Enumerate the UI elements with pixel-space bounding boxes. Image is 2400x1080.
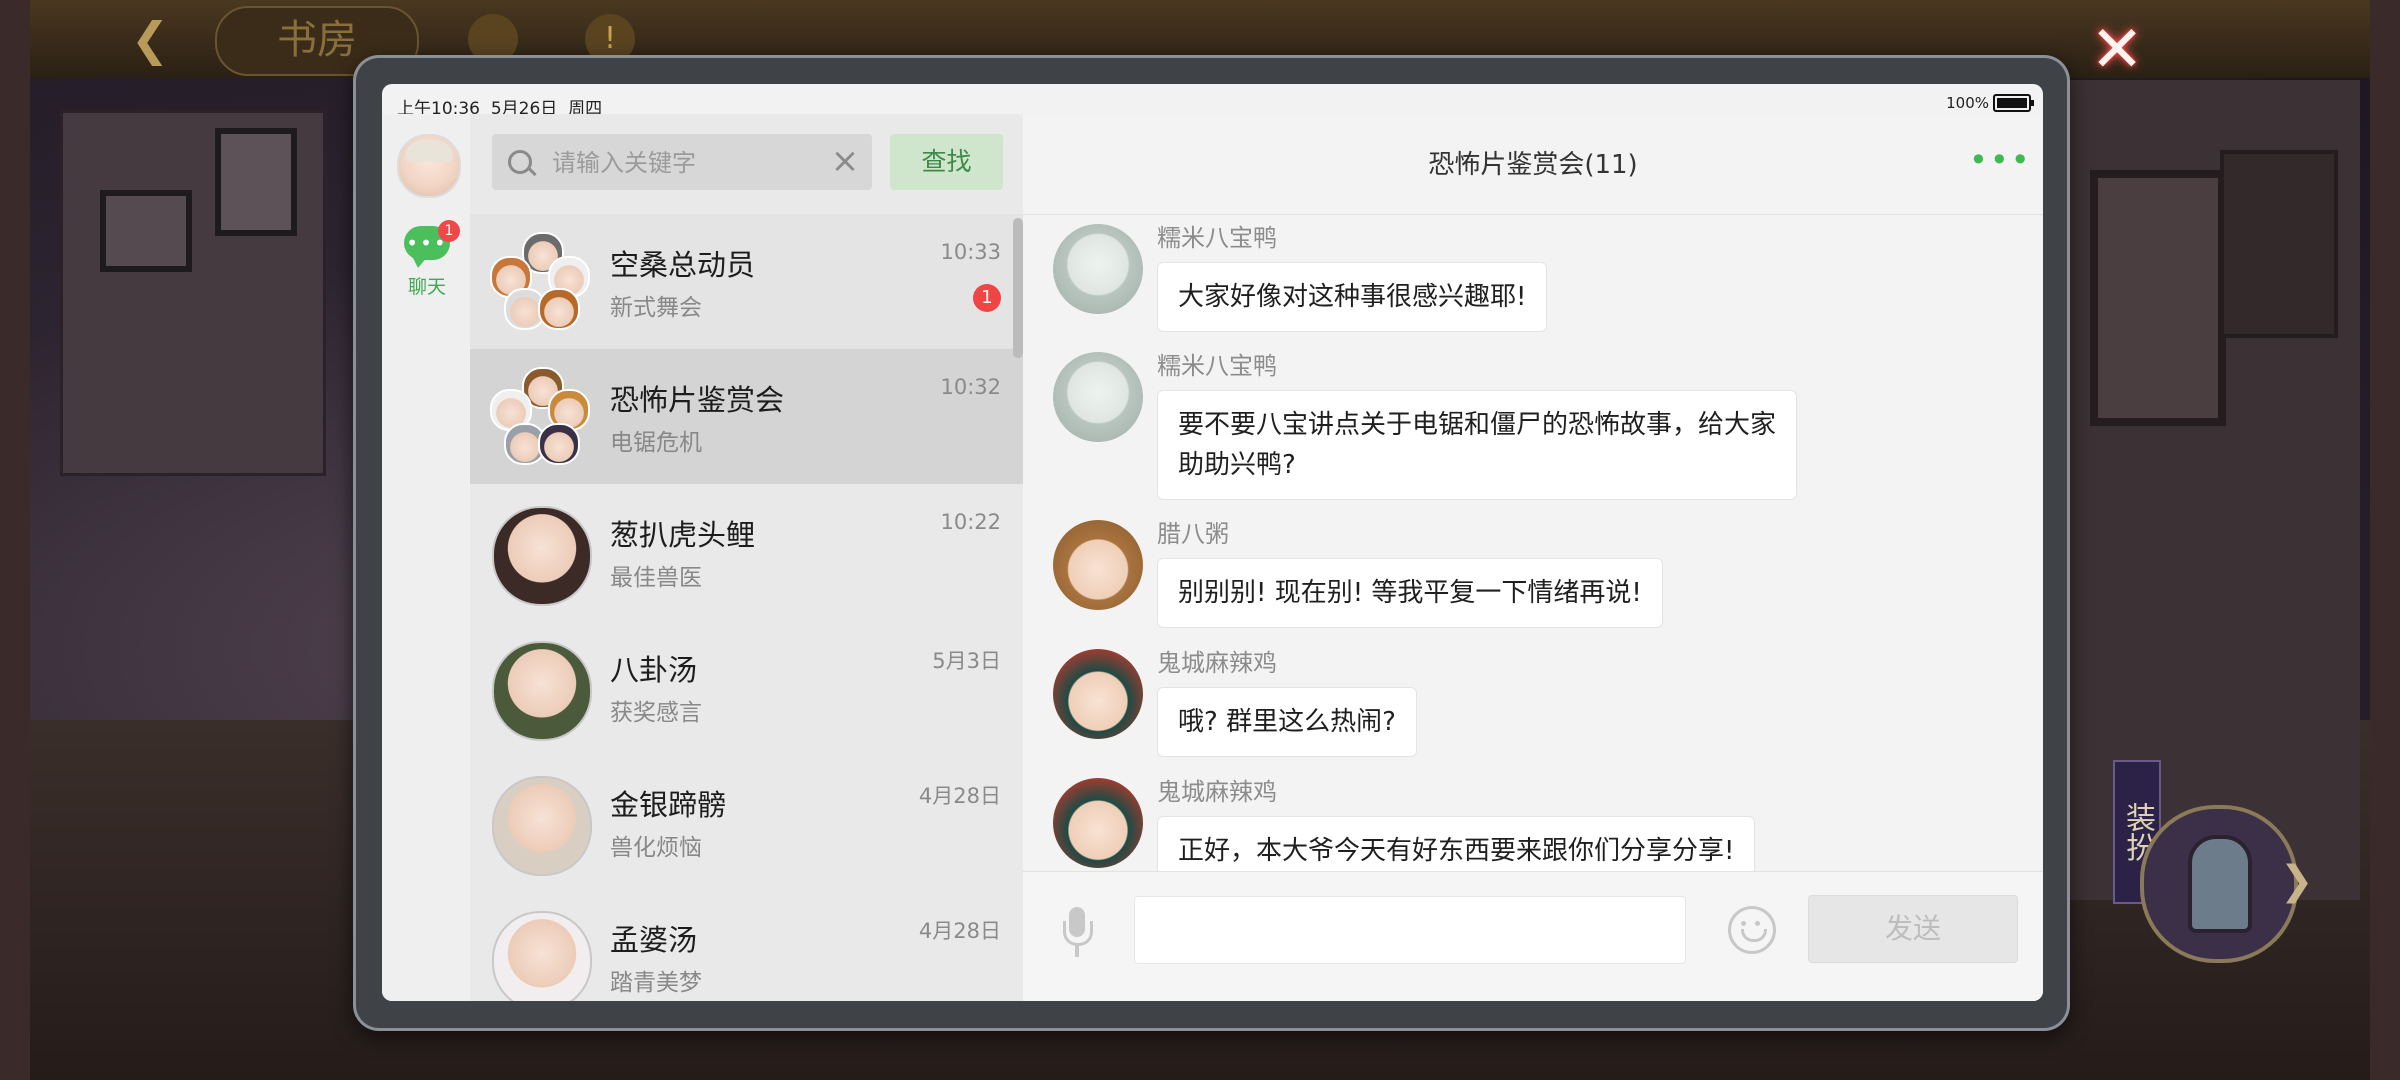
conversation-name: 金银蹄髈: [610, 788, 727, 822]
message-bubble: 正好，本大爷今天有好东西要来跟你们分享分享!: [1157, 816, 1756, 871]
message-list: 糯米八宝鸭 大家好像对这种事很感兴趣耶! 糯米八宝鸭 要不要八宝讲点关于电锯和僵…: [1023, 214, 2043, 871]
chat-panel: 恐怖片鉴赏会(11) ••• 糯米八宝鸭 大家好像对这种事很感兴趣耶! 糯米八宝…: [1023, 114, 2043, 1001]
contact-avatar: [492, 911, 592, 1001]
sender-avatar[interactable]: [1053, 649, 1143, 739]
sender-name: 腊八粥: [1157, 520, 1229, 548]
sender-name: 鬼城麻辣鸡: [1157, 778, 1277, 806]
battery-icon: [1993, 94, 2034, 112]
battery-percent: 100%: [1946, 94, 1989, 112]
conversation-name: 恐怖片鉴赏会: [610, 383, 785, 417]
conversation-item[interactable]: 八卦汤 获奖感言 5月3日: [470, 619, 1023, 754]
background-picture-frame: [215, 128, 297, 236]
conversation-time: 4月28日: [918, 784, 1001, 808]
message-input[interactable]: [1134, 896, 1686, 964]
message-line: 要不要八宝讲点关于电锯和僵尸的恐怖故事，给大家: [1178, 410, 1777, 440]
app-nav-column: ••• 1 聊天: [382, 114, 470, 1001]
message-line: 助助兴鸭?: [1178, 450, 1296, 480]
conversation-time: 5月3日: [932, 649, 1001, 673]
background-window: [2090, 170, 2226, 426]
search-input[interactable]: [550, 134, 824, 192]
back-arrow-icon[interactable]: ❮: [120, 14, 180, 64]
search-box: ×: [492, 134, 872, 192]
conversation-item[interactable]: 孟婆汤 踏青美梦 4月28日: [470, 889, 1023, 1001]
contact-avatar: [492, 776, 592, 876]
sender-avatar[interactable]: [1053, 224, 1143, 314]
nav-chat-label: 聊天: [407, 276, 446, 298]
chat-title: 恐怖片鉴赏会(11): [1428, 150, 1638, 180]
conversation-preview: 踏青美梦: [610, 970, 702, 996]
conversation-preview: 获奖感言: [610, 700, 702, 726]
group-avatar: [490, 232, 590, 332]
list-scrollbar[interactable]: [1013, 218, 1023, 358]
message-bubble: 哦? 群里这么热闹?: [1157, 687, 1417, 757]
background-right-border: [2370, 0, 2400, 1080]
conversation-list: 空桑总动员 新式舞会 10:33 1 恐怖片鉴赏会 电锯危机 10:32 葱扒虎…: [470, 214, 1023, 1001]
sender-avatar[interactable]: [1053, 352, 1143, 442]
sender-avatar[interactable]: [1053, 778, 1143, 868]
conversation-item[interactable]: 空桑总动员 新式舞会 10:33 1: [470, 214, 1023, 349]
conversation-list-panel: × 查找 空桑总动员 新式舞会 10:33 1: [470, 114, 1023, 1001]
unread-badge: 1: [438, 220, 460, 242]
message-input-bar: 发送: [1023, 871, 2043, 1001]
sender-name: 糯米八宝鸭: [1157, 224, 1277, 252]
conversation-item[interactable]: 葱扒虎头鲤 最佳兽医 10:22: [470, 484, 1023, 619]
tablet-screen: 上午10:36 5月26日 周四 100% ••• 1 聊天 × 查找: [382, 84, 2043, 1001]
more-options-icon[interactable]: •••: [1969, 144, 2030, 176]
background-shelf: [2220, 150, 2338, 338]
message-bubble: 大家好像对这种事很感兴趣耶!: [1157, 262, 1548, 332]
conversation-name: 葱扒虎头鲤: [610, 518, 756, 552]
conversation-name: 空桑总动员: [610, 248, 756, 282]
conversation-time: 4月28日: [918, 919, 1001, 943]
contact-avatar: [492, 641, 592, 741]
mirror-icon: [2188, 835, 2252, 933]
search-icon: [508, 150, 532, 174]
conversation-time: 10:22: [940, 510, 1001, 534]
conversation-preview: 最佳兽医: [610, 565, 702, 591]
conversation-item[interactable]: 金银蹄髈 兽化烦恼 4月28日: [470, 754, 1023, 889]
conversation-time: 10:33: [940, 240, 1001, 264]
search-button[interactable]: 查找: [890, 134, 1003, 190]
microphone-icon[interactable]: [1059, 907, 1095, 959]
contact-avatar: [492, 506, 592, 606]
nav-chat-tab[interactable]: ••• 1 聊天: [392, 220, 462, 306]
conversation-preview: 电锯危机: [610, 430, 702, 456]
sender-name: 糯米八宝鸭: [1157, 352, 1277, 380]
chevron-right-icon: ❯: [2280, 858, 2314, 904]
message-bubble: 别别别! 现在别! 等我平复一下情绪再说!: [1157, 558, 1663, 628]
background-picture-frame: [100, 190, 192, 272]
message-bubble: 要不要八宝讲点关于电锯和僵尸的恐怖故事，给大家 助助兴鸭?: [1157, 390, 1798, 500]
close-button[interactable]: ✕: [2085, 18, 2149, 82]
conversation-name: 孟婆汤: [610, 923, 698, 957]
clear-icon[interactable]: ×: [828, 144, 862, 178]
conversation-time: 10:32: [940, 375, 1001, 399]
self-avatar[interactable]: [397, 134, 461, 198]
battery-status: 100%: [1946, 94, 2034, 112]
send-button[interactable]: 发送: [1808, 895, 2018, 963]
conversation-item-selected[interactable]: 恐怖片鉴赏会 电锯危机 10:32: [470, 349, 1023, 484]
unread-badge: 1: [973, 284, 1001, 312]
group-avatar: [490, 367, 590, 467]
sender-avatar[interactable]: [1053, 520, 1143, 610]
chat-header: 恐怖片鉴赏会(11) •••: [1023, 114, 2043, 215]
background-left-border: [0, 0, 30, 1080]
conversation-preview: 新式舞会: [610, 295, 702, 321]
conversation-name: 八卦汤: [610, 653, 698, 687]
sender-name: 鬼城麻辣鸡: [1157, 649, 1277, 677]
conversation-preview: 兽化烦恼: [610, 835, 702, 861]
emoji-icon[interactable]: [1728, 906, 1776, 954]
